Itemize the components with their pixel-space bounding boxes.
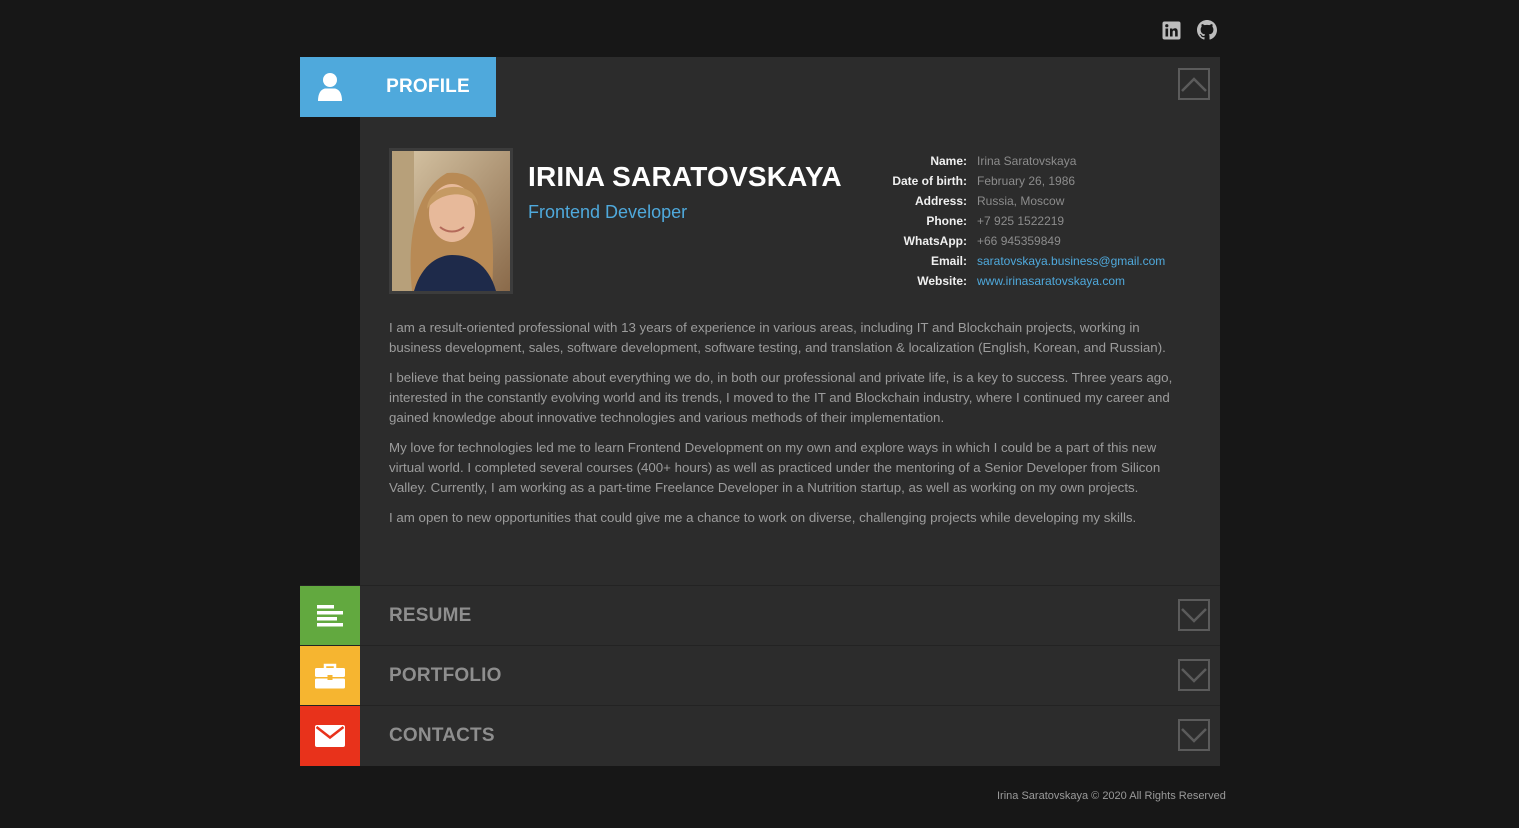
info-row-whatsapp: WhatsApp: +66 945359849: [820, 231, 1165, 251]
info-row-email: Email: saratovskaya.business@gmail.com: [820, 251, 1165, 271]
contacts-title: CONTACTS: [389, 725, 495, 746]
linkedin-icon[interactable]: [1160, 19, 1182, 41]
envelope-icon: [315, 725, 345, 747]
info-value: February 26, 1986: [977, 174, 1076, 188]
github-icon[interactable]: [1196, 19, 1218, 41]
profile-bio: I am a result-oriented professional with…: [389, 318, 1191, 538]
portfolio-title: PORTFOLIO: [389, 665, 502, 686]
resume-icon: [317, 605, 343, 627]
bio-paragraph: My love for technologies led me to learn…: [389, 440, 1161, 495]
profile-info: Name: Irina Saratovskaya Date of birth: …: [820, 151, 1165, 291]
portfolio-header[interactable]: PORTFOLIO: [360, 646, 1220, 706]
profile-collapse-button[interactable]: [1178, 68, 1210, 100]
profile-sidebar: [300, 57, 360, 585]
info-value: +7 925 1522219: [977, 214, 1065, 228]
info-row-birth: Date of birth: February 26, 1986: [820, 171, 1165, 191]
chevron-down-icon: [1181, 608, 1207, 623]
info-label: Phone:: [926, 214, 967, 228]
profile-section: PROFILE IRINA SARATOVSKAYA Frontend Deve…: [300, 57, 1220, 585]
resume-expand-button[interactable]: [1178, 599, 1210, 631]
info-row-address: Address: Russia, Moscow: [820, 191, 1165, 211]
user-icon: [318, 73, 342, 101]
info-value: Irina Saratovskaya: [977, 154, 1077, 168]
info-row-website: Website: www.irinasaratovskaya.com: [820, 271, 1165, 291]
bio-paragraph: I am open to new opportunities that coul…: [389, 510, 1137, 525]
info-label: Address:: [914, 194, 967, 208]
social-links: [1160, 19, 1218, 41]
info-value: +66 945359849: [977, 234, 1061, 248]
info-row-name: Name: Irina Saratovskaya: [820, 151, 1165, 171]
info-label: Email:: [930, 254, 967, 268]
info-label: Name:: [930, 154, 967, 168]
chevron-down-icon: [1181, 728, 1207, 743]
contacts-header[interactable]: CONTACTS: [360, 706, 1220, 766]
bio-paragraph: I believe that being passionate about ev…: [389, 370, 1173, 425]
profile-photo: [389, 148, 513, 294]
resume-title: RESUME: [389, 605, 472, 626]
info-row-phone: Phone: +7 925 1522219: [820, 211, 1165, 231]
resume-section: RESUME: [300, 585, 1220, 646]
profile-tab-icon[interactable]: [300, 57, 360, 117]
info-value: Russia, Moscow: [977, 194, 1065, 208]
briefcase-icon: [315, 663, 345, 689]
profile-tab-label: PROFILE: [386, 76, 470, 97]
chevron-up-icon: [1181, 77, 1207, 92]
accordion: PROFILE IRINA SARATOVSKAYA Frontend Deve…: [300, 57, 1220, 766]
resume-header[interactable]: RESUME: [360, 586, 1220, 646]
info-label: Date of birth:: [892, 174, 967, 188]
contacts-tab-icon[interactable]: [300, 706, 360, 766]
info-label: Website:: [917, 274, 967, 288]
email-link[interactable]: saratovskaya.business@gmail.com: [977, 254, 1165, 268]
profile-role: Frontend Developer: [528, 202, 688, 222]
footer-copyright: Irina Saratovskaya © 2020 All Rights Res…: [997, 790, 1226, 802]
bio-paragraph: I am a result-oriented professional with…: [389, 320, 1166, 355]
portfolio-expand-button[interactable]: [1178, 659, 1210, 691]
profile-name: IRINA SARATOVSKAYA: [528, 161, 842, 192]
profile-tab[interactable]: PROFILE: [360, 57, 496, 117]
contacts-section: CONTACTS: [300, 705, 1220, 766]
info-label: WhatsApp:: [903, 234, 967, 248]
portfolio-tab-icon[interactable]: [300, 646, 360, 706]
chevron-down-icon: [1181, 668, 1207, 683]
portfolio-section: PORTFOLIO: [300, 645, 1220, 706]
resume-tab-icon[interactable]: [300, 586, 360, 646]
contacts-expand-button[interactable]: [1178, 719, 1210, 751]
website-link[interactable]: www.irinasaratovskaya.com: [977, 274, 1125, 288]
